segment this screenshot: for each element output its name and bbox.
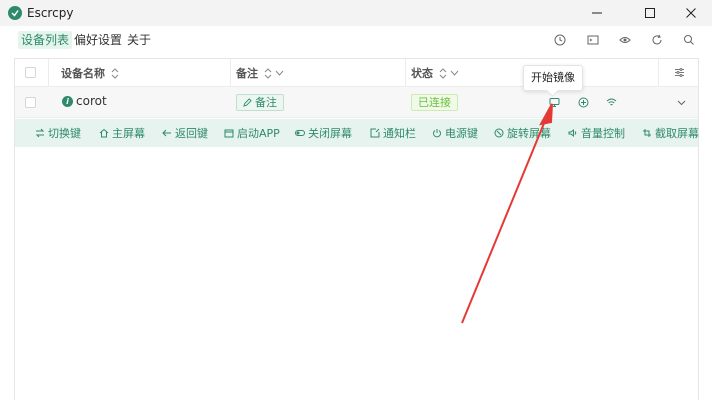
power-icon [433,129,441,138]
switch-icon [35,128,45,138]
column-settings-icon[interactable] [672,65,686,79]
menu-bar: 设备列表 偏好设置 关于 [0,26,712,54]
action-screen-off[interactable]: 关闭屏幕 [295,119,352,147]
rotate-icon [494,128,504,138]
action-label: 启动APP [237,127,280,140]
refresh-icon[interactable] [649,32,665,48]
action-label: 音量控制 [581,127,625,140]
remark-tag[interactable]: 备注 [236,94,284,111]
sort-icon[interactable] [439,67,447,79]
row-checkbox[interactable] [25,97,36,108]
clock-icon[interactable] [552,32,568,48]
action-launch-app[interactable]: 启动APP [224,119,280,147]
close-button[interactable] [668,0,712,26]
chevron-down-icon [677,100,685,105]
window-title: Escrcpy [27,6,74,20]
column-header-name-label: 设备名称 [61,67,105,80]
sort-icon[interactable] [111,67,119,79]
column-header-remark[interactable]: 备注 [236,59,284,87]
select-all-checkbox[interactable] [25,67,36,78]
device-action-bar: 切换键 主屏幕 返回键 启动APP 关闭屏幕 通知栏 电源键 旋转屏幕 音量控制… [15,119,699,147]
monitor-icon [549,97,559,107]
status-badge: 已连接 [411,94,458,111]
action-power[interactable]: 电源键 [432,119,478,147]
remark-label: 备注 [255,96,277,109]
action-label: 关闭屏幕 [308,127,352,140]
record-button[interactable] [576,95,590,109]
action-screenshot[interactable]: 截取屏幕 [642,119,699,147]
action-label: 通知栏 [383,127,416,140]
screen-off-icon [295,130,305,136]
tab-about[interactable]: 关于 [124,31,154,49]
column-header-remark-label: 备注 [236,67,258,80]
plus-circle-icon [578,97,588,107]
expand-row-button[interactable] [674,95,688,109]
minimize-button[interactable] [574,0,620,26]
action-label: 主屏幕 [112,127,145,140]
column-divider [405,59,406,87]
volume-icon [568,128,577,138]
action-label: 旋转屏幕 [507,127,551,140]
action-switch[interactable]: 切换键 [35,119,81,147]
chevron-down-icon[interactable] [275,70,284,77]
action-rotate[interactable]: 旋转屏幕 [494,119,551,147]
app-icon [224,129,234,138]
table-row[interactable]: i corot 备注 已连接 [15,87,698,118]
app-logo-icon [8,6,22,20]
column-divider [658,59,659,87]
back-icon [162,129,171,137]
eye-icon[interactable] [617,32,633,48]
action-back[interactable]: 返回键 [162,119,208,147]
search-icon[interactable] [681,32,697,48]
notification-icon [370,128,380,138]
tab-device-list[interactable]: 设备列表 [18,31,73,49]
home-icon [99,128,109,138]
action-notification[interactable]: 通知栏 [370,119,416,147]
column-header-status-label: 状态 [411,67,433,80]
action-volume[interactable]: 音量控制 [568,119,625,147]
chevron-down-icon[interactable] [450,70,459,77]
tab-preferences[interactable]: 偏好设置 [71,31,125,49]
column-divider [230,59,231,87]
action-label: 截取屏幕 [655,127,699,140]
action-label: 电源键 [445,127,478,140]
minimize-icon [592,12,602,14]
column-divider [48,59,49,87]
edit-icon [243,98,252,107]
close-icon [686,8,696,18]
terminal-icon[interactable] [585,32,601,48]
info-icon: i [62,96,73,107]
screenshot-icon [643,129,651,137]
start-mirror-button[interactable] [547,95,561,109]
maximize-button[interactable] [627,0,673,26]
column-header-status[interactable]: 状态 [411,59,459,87]
table-header: 设备名称 备注 状态 [15,59,698,87]
maximize-icon [645,8,655,18]
action-label: 返回键 [175,127,208,140]
start-mirror-tooltip: 开始镜像 [523,65,583,91]
device-name: corot [76,94,107,108]
title-bar: Escrcpy [0,0,712,26]
device-table: 设备名称 备注 状态 i corot 备注 已连接 切换键 主屏幕 返回键 启动… [14,58,699,400]
column-header-name[interactable]: 设备名称 [61,59,119,87]
wireless-button[interactable] [604,95,618,109]
sort-icon[interactable] [264,67,272,79]
action-home[interactable]: 主屏幕 [99,119,145,147]
wifi-icon [606,98,616,105]
action-label: 切换键 [48,127,81,140]
